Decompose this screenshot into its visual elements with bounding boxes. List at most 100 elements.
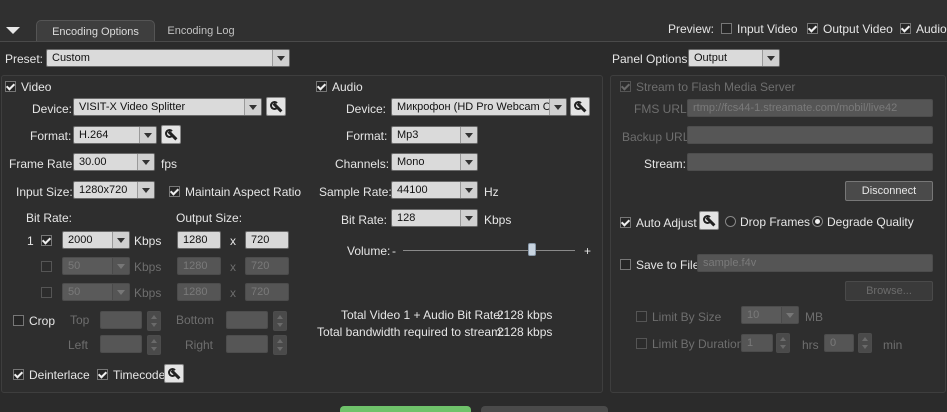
video-enable-checkbox[interactable] xyxy=(5,81,16,92)
preset-value: Custom xyxy=(52,52,90,64)
duration-hours-spinner[interactable] xyxy=(776,333,790,353)
crop-right-input[interactable] xyxy=(226,335,268,353)
preview-input-video-checkbox[interactable] xyxy=(721,23,732,34)
duration-minutes-input[interactable]: 0 xyxy=(824,334,854,352)
preview-audio-checkbox[interactable] xyxy=(900,23,911,34)
audio-format-value: Mp3 xyxy=(397,129,419,141)
frame-rate-select[interactable]: 30.00 xyxy=(73,153,155,171)
crop-bottom-input[interactable] xyxy=(226,311,268,329)
fms-url-input[interactable]: rtmp://fcs44-1.streamate.com/mobil/live4… xyxy=(687,99,933,117)
save-file-input[interactable]: sample.f4v xyxy=(697,254,933,272)
bitrate-row-index: 1 xyxy=(27,234,34,248)
degrade-quality-radio[interactable] xyxy=(812,216,823,227)
crop-bottom-spinner[interactable] xyxy=(273,311,287,331)
preset-select[interactable]: Custom xyxy=(46,49,290,67)
input-size-select[interactable]: 1280x720 xyxy=(73,181,155,199)
video-format-settings-wrench-icon[interactable] xyxy=(161,125,181,144)
sample-rate-select[interactable]: 44100 xyxy=(391,181,478,199)
video-device-settings-wrench-icon[interactable] xyxy=(266,97,286,116)
output-width-2[interactable]: 1280 xyxy=(177,257,221,275)
drop-frames-label: Drop Frames xyxy=(740,215,811,229)
audio-device-select[interactable]: Микрофон (HD Pro Webcam C9 xyxy=(391,98,567,116)
bitrate-row-1-checkbox[interactable] xyxy=(41,235,52,246)
chevron-down-icon xyxy=(460,154,477,170)
preview-output-video-checkbox[interactable] xyxy=(807,23,818,34)
collapse-arrow-icon[interactable] xyxy=(6,27,20,34)
panel-options-label: Panel Options: xyxy=(612,52,691,66)
bitrate-row-2-select[interactable]: 50 xyxy=(62,257,130,275)
limit-by-duration-checkbox[interactable] xyxy=(636,338,647,349)
output-height-3[interactable]: 720 xyxy=(245,283,289,301)
input-size-label: Input Size: xyxy=(16,185,73,199)
volume-slider-track[interactable] xyxy=(403,250,575,251)
disconnect-button[interactable]: Disconnect xyxy=(845,181,933,201)
duration-hours-input[interactable]: 1 xyxy=(741,334,773,352)
total-bitrate-label: Total Video 1 + Audio Bit Rate: xyxy=(341,308,504,322)
bitrate-row-2-checkbox[interactable] xyxy=(41,261,52,272)
audio-enable-checkbox[interactable] xyxy=(316,81,327,92)
frame-rate-value: 30.00 xyxy=(79,156,107,168)
bitrate-row-1-select[interactable]: 2000 xyxy=(62,231,130,249)
volume-slider-thumb[interactable] xyxy=(528,243,536,256)
timecode-settings-wrench-icon[interactable] xyxy=(164,364,184,383)
drop-frames-radio[interactable] xyxy=(725,216,736,227)
output-width-3[interactable]: 1280 xyxy=(177,283,221,301)
video-format-select[interactable]: H.264 xyxy=(73,126,157,144)
deinterlace-checkbox[interactable] xyxy=(13,369,24,380)
crop-left-input[interactable] xyxy=(100,335,142,353)
tab-encoding-options[interactable]: Encoding Options xyxy=(36,20,155,42)
chevron-down-icon xyxy=(112,258,129,274)
tab-encoding-log[interactable]: Encoding Log xyxy=(156,20,246,41)
stream-name-input[interactable] xyxy=(687,153,933,171)
bitrate-row-3-checkbox[interactable] xyxy=(41,287,52,298)
crop-left-spinner[interactable] xyxy=(147,335,161,355)
output-height-1[interactable]: 720 xyxy=(245,231,289,249)
bitrate-row-1-value: 2000 xyxy=(68,234,93,246)
crop-top-input[interactable] xyxy=(100,311,142,329)
video-device-select[interactable]: VISIT-X Video Splitter xyxy=(73,98,262,116)
channels-select[interactable]: Mono xyxy=(391,153,478,171)
crop-label: Crop xyxy=(29,314,56,328)
save-to-file-checkbox[interactable] xyxy=(620,259,631,270)
crop-top-spinner[interactable] xyxy=(147,311,161,331)
duration-minutes-spinner[interactable] xyxy=(858,333,872,353)
preview-input-video-label: Input Video xyxy=(737,22,798,36)
bit-rate-label: Bit Rate: xyxy=(26,211,73,225)
audio-bit-rate-select[interactable]: 128 xyxy=(391,209,478,227)
timecode-checkbox[interactable] xyxy=(97,369,108,380)
output-width-1[interactable]: 1280 xyxy=(177,231,221,249)
output-height-2[interactable]: 720 xyxy=(245,257,289,275)
hz-unit: Hz xyxy=(484,185,499,199)
limit-by-size-checkbox[interactable] xyxy=(636,311,647,322)
chevron-down-icon xyxy=(112,284,129,300)
chevron-down-icon xyxy=(112,232,129,248)
total-bandwidth-label: Total bandwidth required to stream: xyxy=(317,325,505,339)
bitrate-row-3-select[interactable]: 50 xyxy=(62,283,130,301)
chevron-down-icon xyxy=(272,50,289,66)
volume-label: Volume: xyxy=(347,244,391,258)
start-button-edge[interactable] xyxy=(340,406,471,412)
chevron-down-icon xyxy=(460,127,477,143)
maintain-aspect-checkbox[interactable] xyxy=(169,186,180,197)
auto-adjust-settings-wrench-icon[interactable] xyxy=(699,211,719,230)
stream-to-fms-checkbox[interactable] xyxy=(620,81,631,92)
crop-right-spinner[interactable] xyxy=(273,335,287,355)
video-header: Video xyxy=(21,80,52,94)
chevron-down-icon xyxy=(137,154,154,170)
chevron-down-icon xyxy=(762,50,779,66)
video-device-label: Device: xyxy=(32,102,73,116)
limit-by-duration-label: Limit By Duration xyxy=(652,337,744,351)
audio-format-select[interactable]: Mp3 xyxy=(391,126,478,144)
browse-button[interactable]: Browse... xyxy=(845,281,933,301)
crop-checkbox[interactable] xyxy=(13,315,24,326)
bitrate-row-2-value: 50 xyxy=(68,260,81,272)
panel-options-select[interactable]: Output xyxy=(688,49,780,67)
bitrate-row-3-value: 50 xyxy=(68,286,81,298)
audio-device-settings-wrench-icon[interactable] xyxy=(570,97,590,116)
video-format-label: Format: xyxy=(30,129,72,143)
stop-button-edge[interactable] xyxy=(481,406,608,412)
limit-size-select[interactable]: 10 xyxy=(741,306,799,324)
video-device-value: VISIT-X Video Splitter xyxy=(79,101,186,113)
auto-adjust-checkbox[interactable] xyxy=(620,217,631,228)
backup-url-input[interactable] xyxy=(687,126,933,144)
